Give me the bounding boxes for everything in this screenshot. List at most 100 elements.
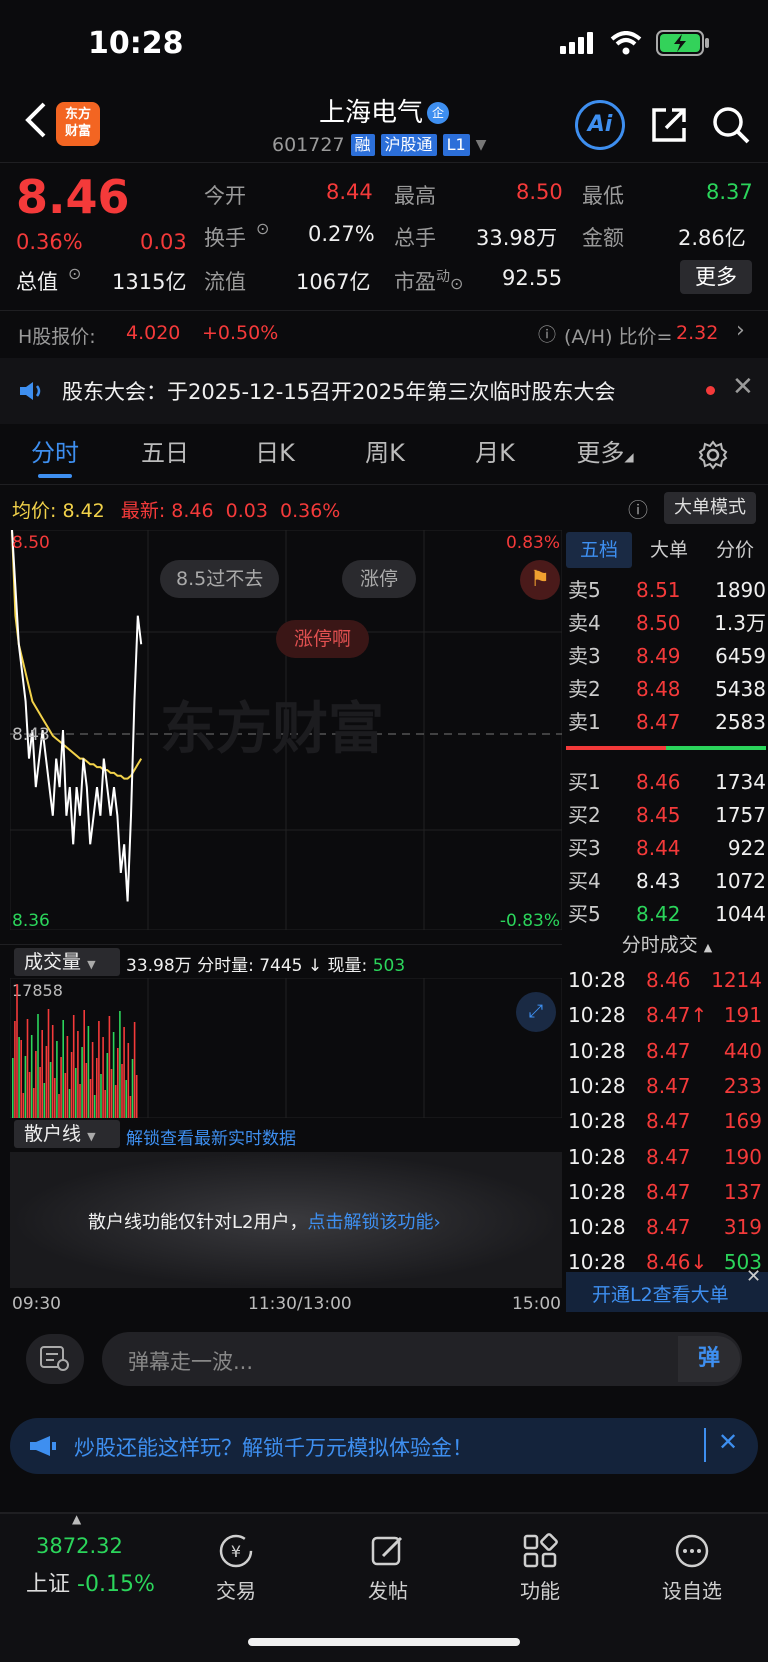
tick-time: 10:28 — [568, 1073, 626, 1098]
volume-bar — [133, 1022, 136, 1118]
bid-row[interactable]: 买4 8.43 1072 — [566, 865, 766, 898]
tab-more[interactable]: 更多◢ — [550, 428, 660, 484]
volume-bar — [127, 1043, 130, 1118]
volume-bar — [37, 1014, 39, 1118]
caret-up-icon: ▲ — [72, 1512, 82, 1526]
intraday-chart[interactable]: 东方财富 8.50 8.43 8.36 0.83% -0.83% — [10, 530, 562, 930]
nav-functions[interactable]: 功能 — [490, 1532, 590, 1604]
turnover-label: 换手 — [204, 226, 246, 250]
indicator-select-retail[interactable]: 散户线 ▼ — [14, 1120, 120, 1148]
float-value: 1067亿 — [296, 270, 371, 294]
share-icon[interactable] — [648, 104, 690, 146]
stock-subline[interactable]: 601727 融 沪股通 L1 ▼ — [272, 134, 486, 156]
chevron-right-icon: › — [736, 318, 745, 343]
tab-5day[interactable]: 五日 — [110, 428, 220, 484]
avg-label: 均价: — [12, 500, 57, 522]
close-icon[interactable]: ✕ — [732, 372, 754, 402]
danmu-input[interactable]: 弹幕走一波... 弹 — [102, 1332, 742, 1386]
volume-bar — [91, 1042, 94, 1118]
tab-big-orders[interactable]: 大单 — [636, 532, 702, 568]
volume-bar — [58, 1094, 60, 1118]
nav-post[interactable]: 发帖 — [338, 1532, 438, 1604]
close-icon[interactable]: ✕ — [746, 1266, 761, 1287]
index-row[interactable]: 上证 -0.15% — [26, 1566, 155, 1598]
volume-bar — [114, 1085, 117, 1118]
help-icon[interactable]: ⓘ — [628, 494, 648, 523]
ai-button[interactable]: Ai — [575, 100, 625, 150]
settings-gear-icon[interactable] — [698, 440, 728, 470]
volume-bar — [47, 1009, 50, 1118]
close-icon[interactable]: ✕ — [718, 1428, 738, 1456]
danmu-settings-button[interactable] — [26, 1334, 84, 1384]
promo-banner[interactable]: 炒股还能这样玩？解锁千万元模拟体验金！ ✕ — [10, 1418, 758, 1474]
megaphone-icon — [30, 1436, 56, 1456]
bid-ask-bar-red — [566, 746, 666, 750]
tick-time: 10:28 — [568, 968, 626, 992]
index-value[interactable]: 3872.32 — [36, 1534, 123, 1558]
bid-row[interactable]: 买3 8.44 922 — [566, 832, 766, 865]
volume-bar — [43, 1083, 46, 1118]
bid-row[interactable]: 买5 8.42 1044 — [566, 898, 766, 931]
ask-row[interactable]: 卖2 8.48 5438 — [566, 673, 766, 706]
volume-bar — [49, 1062, 52, 1118]
volume-bar — [108, 1016, 111, 1118]
volume-bar — [20, 1040, 22, 1118]
level-price: 8.50 — [636, 611, 681, 635]
tick-time: 10:28 — [568, 1038, 626, 1063]
volume-chart[interactable]: 17858 — [10, 978, 562, 1118]
latest-pct: 0.36% — [279, 500, 341, 522]
tab-weekly-k[interactable]: 周K — [330, 428, 440, 484]
info-dots-icon[interactable]: ⊙ — [450, 274, 463, 293]
firecracker-icon[interactable]: ⚑ — [520, 560, 560, 600]
tab-price-dist[interactable]: 分价 — [702, 532, 768, 568]
ask-row[interactable]: 卖4 8.50 1.3万 — [566, 607, 766, 640]
tab-five-levels[interactable]: 五档 — [566, 532, 632, 568]
ticks-title[interactable]: 分时成交 ▲ — [566, 928, 768, 965]
search-icon[interactable] — [710, 104, 752, 146]
mktcap-value: 1315亿 — [112, 270, 187, 294]
l2-upgrade-banner[interactable]: 开通L2查看大单 ✕ — [566, 1266, 768, 1312]
nav-trade[interactable]: ¥ 交易 — [186, 1532, 286, 1604]
bid-row[interactable]: 买1 8.46 1734 — [566, 766, 766, 799]
expand-icon[interactable]: ⤢ — [516, 992, 556, 1032]
ask-row[interactable]: 卖3 8.49 6459 — [566, 640, 766, 673]
info-dots-icon[interactable]: ⊙ — [68, 264, 81, 283]
change-pct: 0.36% — [16, 230, 83, 254]
danmu-bubble[interactable]: 涨停啊 — [276, 620, 370, 658]
volume-bar — [51, 1025, 54, 1118]
y-label-mid: 8.43 — [12, 725, 50, 745]
danmu-send-button[interactable]: 弹 — [678, 1336, 740, 1382]
level-label: 买5 — [568, 902, 601, 926]
nav-add-watchlist[interactable]: 设自选 — [642, 1532, 742, 1604]
indicator-select-volume[interactable]: 成交量 ▼ — [14, 948, 120, 976]
tab-monthly-k[interactable]: 月K — [440, 428, 550, 484]
help-icon[interactable]: ⓘ — [538, 321, 556, 347]
bid-row[interactable]: 买2 8.45 1757 — [566, 799, 766, 832]
announcement-bar[interactable]: 股东大会：于2025-12-15召开2025年第三次临时股东大会 ✕ — [0, 358, 768, 424]
ask-row[interactable]: 卖1 8.47 2583 — [566, 706, 766, 739]
divider — [0, 484, 768, 485]
volume-bar — [123, 1027, 125, 1118]
volume-bar — [85, 1063, 88, 1118]
ask-row[interactable]: 卖5 8.51 1890 — [566, 574, 766, 607]
unlock-feature-link[interactable]: 点击解锁该功能 — [307, 1212, 433, 1233]
danmu-placeholder: 弹幕走一波... — [128, 1350, 254, 1374]
time-end: 15:00 — [512, 1294, 561, 1314]
tick-price: 8.47 — [646, 1144, 691, 1169]
tab-daily-k[interactable]: 日K — [220, 428, 330, 484]
latest-change: 0.03 — [225, 500, 268, 522]
volume-bar — [66, 1036, 69, 1118]
speaker-icon — [20, 382, 41, 400]
tick-row: 10:28 8.47 233 — [566, 1070, 762, 1103]
home-indicator — [248, 1638, 520, 1646]
danmu-bubble[interactable]: 8.5过不去 — [160, 560, 280, 598]
danmu-bubble[interactable]: 涨停 — [342, 560, 417, 598]
more-button[interactable]: 更多 — [680, 260, 752, 294]
index-change: -0.15% — [77, 1572, 155, 1597]
unlock-link[interactable]: 解锁查看最新实时数据 — [126, 1124, 296, 1149]
big-order-mode-button[interactable]: 大单模式 — [664, 492, 756, 524]
info-dots-icon[interactable]: ⊙ — [256, 219, 269, 238]
level-price: 8.44 — [636, 836, 681, 860]
hshare-row[interactable]: H股报价: 4.020 +0.50% ⓘ (A/H) 比价= 2.32 › — [0, 312, 768, 356]
volume-bar — [135, 1075, 138, 1118]
